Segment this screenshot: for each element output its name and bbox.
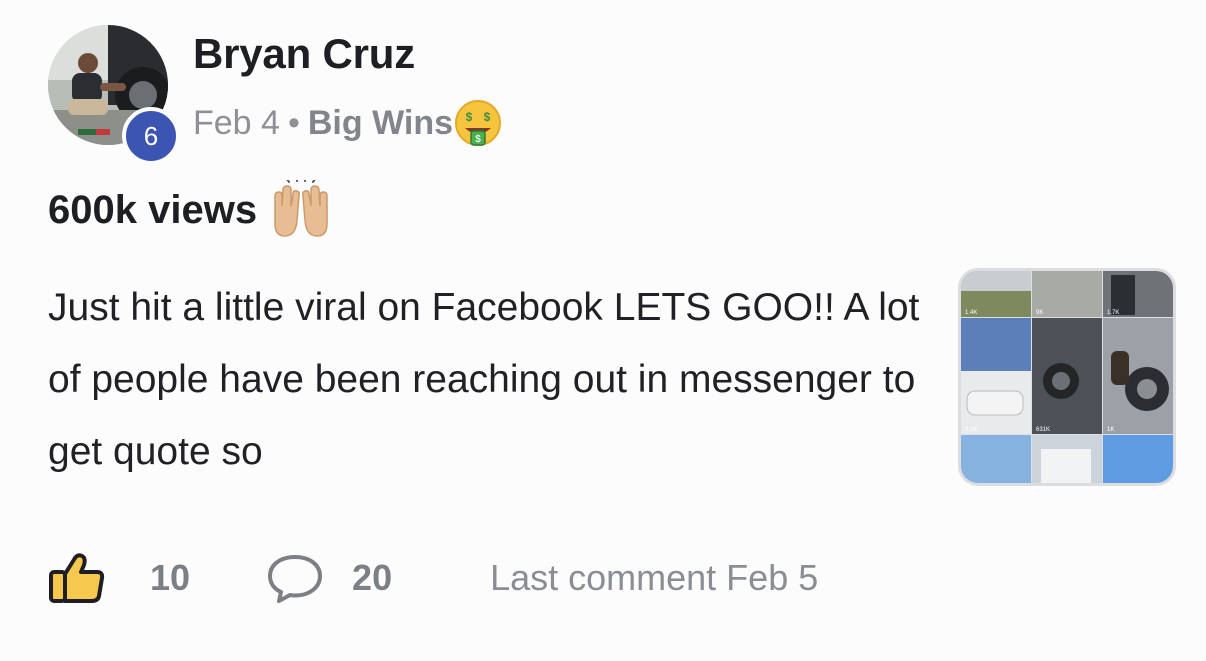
post-title[interactable]: 600k views bbox=[48, 180, 333, 238]
thumbnail-collage: 1.4K 9K 1.7K 2.1K 631K 1K bbox=[961, 271, 1173, 483]
post-date: Feb 4 bbox=[193, 103, 280, 142]
author-avatar-container[interactable]: 6 bbox=[48, 25, 180, 165]
last-comment-timestamp: Last comment Feb 5 bbox=[490, 557, 819, 598]
svg-text:$: $ bbox=[484, 110, 491, 124]
meta-separator: • bbox=[287, 103, 300, 142]
money-mouth-face-icon: $ $ $ bbox=[455, 100, 501, 146]
post-meta: Feb 4 • Big Wins $ $ $ bbox=[193, 100, 503, 146]
post-footer: 10 20 Last comment Feb 5 bbox=[48, 550, 818, 606]
post-image-thumbnail[interactable]: 1.4K 9K 1.7K 2.1K 631K 1K bbox=[958, 268, 1176, 486]
author-name[interactable]: Bryan Cruz bbox=[193, 30, 415, 78]
raising-hands-icon bbox=[274, 180, 328, 237]
svg-text:$: $ bbox=[475, 134, 481, 145]
comment-count[interactable]: 20 bbox=[352, 557, 392, 599]
thumb-stat-3: 1.7K bbox=[1107, 310, 1119, 316]
thumb-stat-6: 1K bbox=[1107, 427, 1114, 433]
thumbs-up-icon[interactable] bbox=[48, 552, 106, 604]
thumb-stat-1: 1.4K bbox=[965, 310, 977, 316]
post-title-text: 600k views bbox=[48, 187, 258, 232]
level-badge: 6 bbox=[122, 107, 180, 165]
comment-bubble-icon[interactable] bbox=[266, 552, 324, 604]
thumb-stat-5: 631K bbox=[1036, 427, 1050, 433]
thumb-stat-4: 2.1K bbox=[965, 427, 977, 433]
post-category[interactable]: Big Wins bbox=[308, 104, 453, 143]
like-count[interactable]: 10 bbox=[150, 557, 190, 599]
svg-text:$: $ bbox=[466, 110, 473, 124]
post-body[interactable]: Just hit a little viral on Facebook LETS… bbox=[48, 272, 928, 488]
thumb-stat-2: 9K bbox=[1036, 310, 1043, 316]
